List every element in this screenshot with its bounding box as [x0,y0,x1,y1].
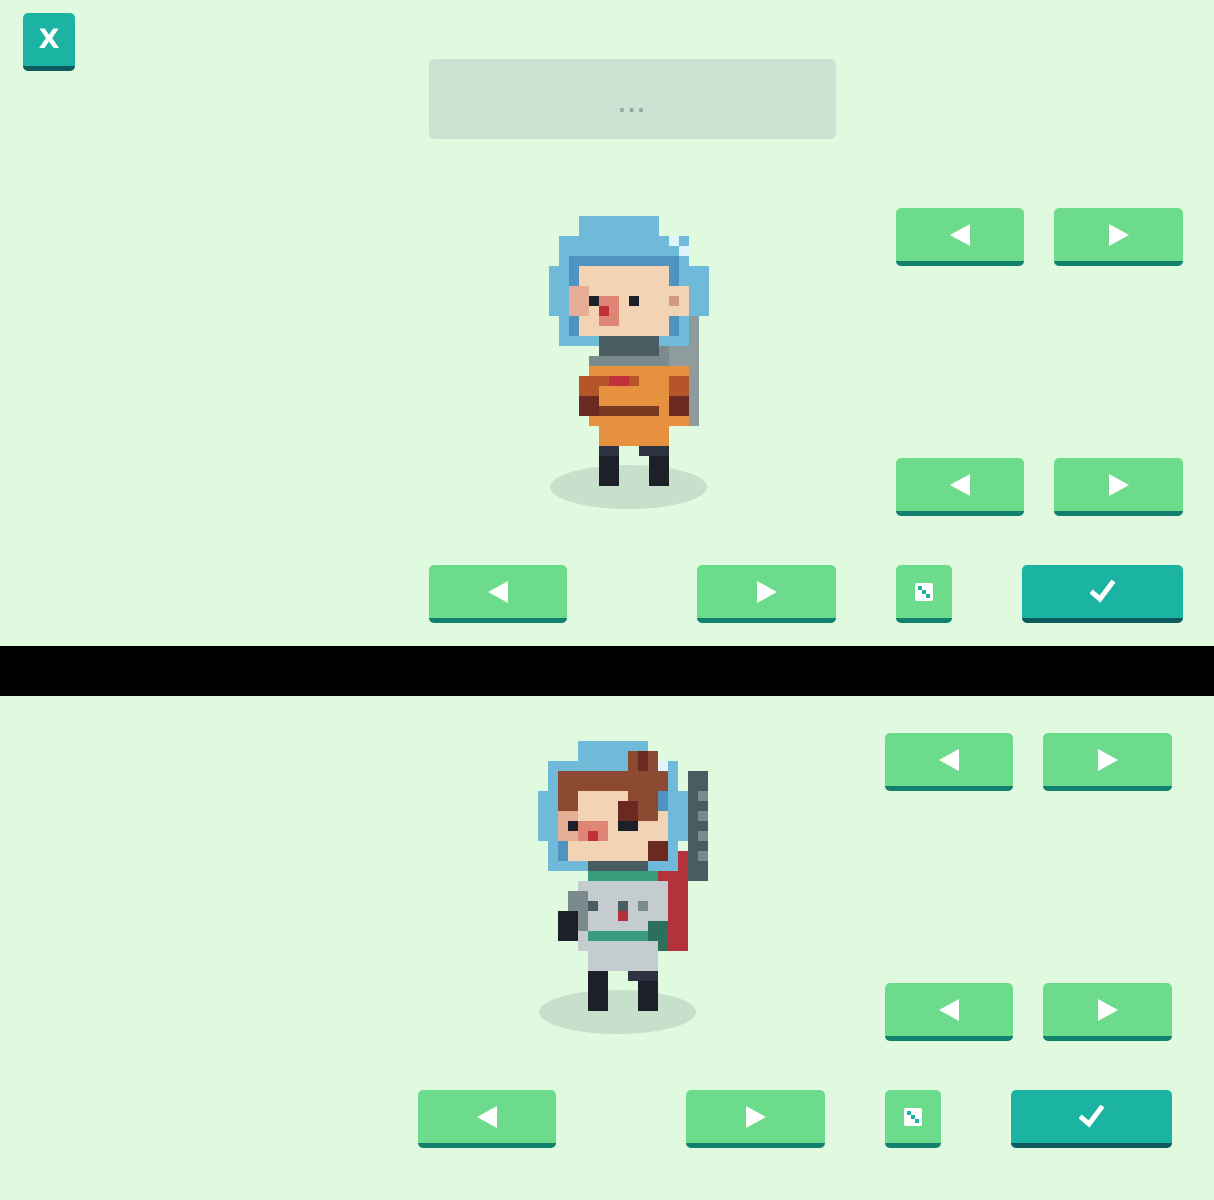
prev-main-button[interactable] [418,1090,556,1148]
arrow-right-icon [1097,998,1118,1021]
dice-icon [915,582,933,601]
next-main-button[interactable] [697,565,836,623]
arrow-left-icon [950,473,970,496]
randomize-button[interactable] [885,1090,941,1148]
character-sprite-orange [549,216,709,486]
next-row1-button[interactable] [1054,208,1183,266]
arrow-right-icon [1108,473,1129,496]
randomize-button[interactable] [896,565,952,623]
character-panel-top: X ... [0,0,1214,646]
arrow-right-icon [756,580,777,603]
close-button[interactable]: X [23,13,75,71]
prev-row1-button[interactable] [885,733,1013,791]
character-sprite-grey [538,741,708,1011]
arrow-left-icon [950,223,970,246]
confirm-button[interactable] [1022,565,1183,623]
arrow-right-icon [745,1105,766,1128]
arrow-left-icon [939,998,959,1021]
arrow-left-icon [477,1105,497,1128]
dice-icon [904,1107,922,1126]
speech-text: ... [618,93,647,117]
next-row1-button[interactable] [1043,733,1172,791]
arrow-left-icon [939,748,959,771]
arrow-left-icon [488,580,508,603]
prev-main-button[interactable] [429,565,567,623]
speech-bubble: ... [429,59,836,139]
arrow-right-icon [1097,748,1118,771]
prev-row2-button[interactable] [885,983,1013,1041]
arrow-right-icon [1108,223,1129,246]
close-icon: X [38,24,60,55]
prev-row1-button[interactable] [896,208,1024,266]
next-row2-button[interactable] [1054,458,1183,516]
next-main-button[interactable] [686,1090,825,1148]
confirm-button[interactable] [1011,1090,1172,1148]
checkmark-icon [1089,579,1115,603]
prev-row2-button[interactable] [896,458,1024,516]
next-row2-button[interactable] [1043,983,1172,1041]
checkmark-icon [1078,1104,1104,1128]
character-panel-bottom [0,696,1214,1200]
